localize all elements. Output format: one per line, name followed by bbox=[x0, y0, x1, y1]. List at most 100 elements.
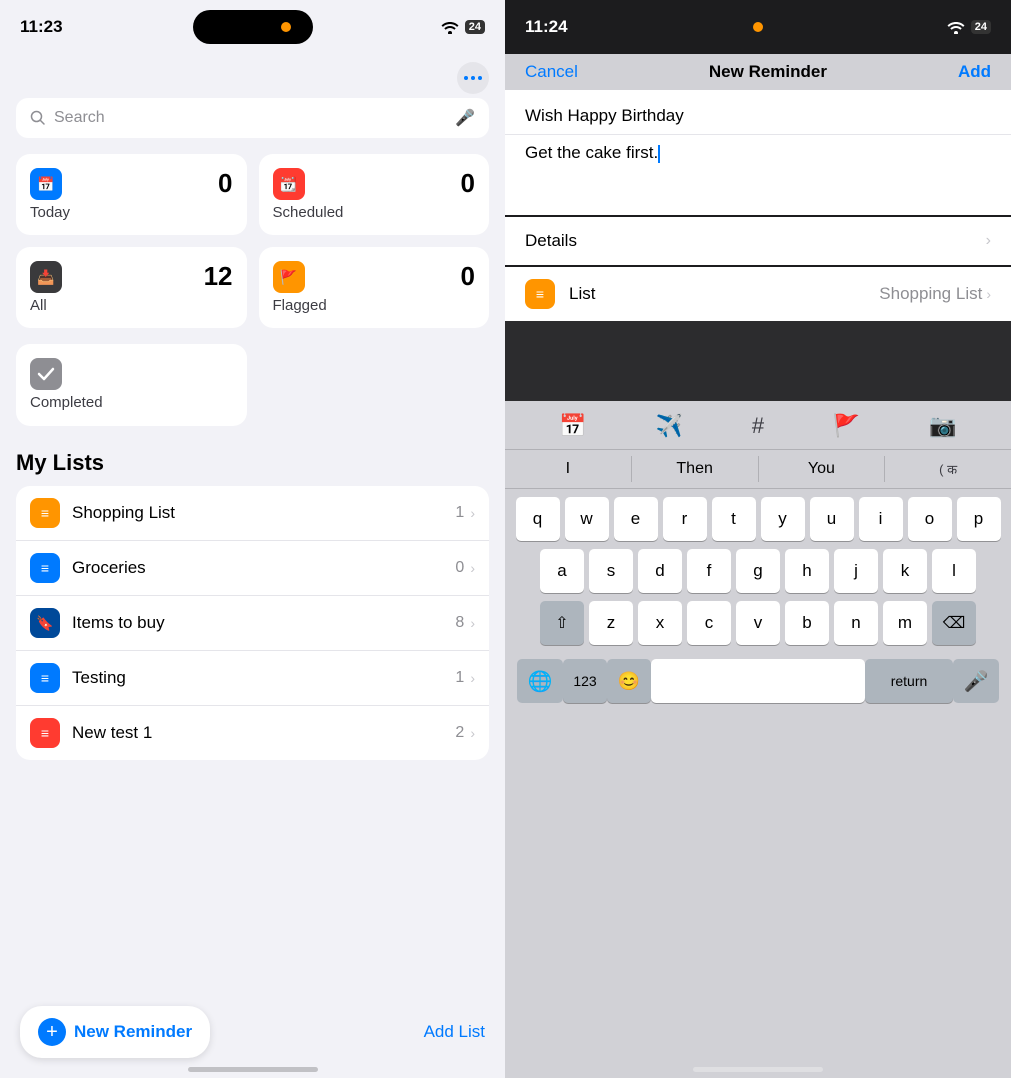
key-j[interactable]: j bbox=[834, 549, 878, 593]
key-f[interactable]: f bbox=[687, 549, 731, 593]
left-content: Search 🎤 📅 0 Today 📆 0 bbox=[0, 54, 505, 840]
key-o[interactable]: o bbox=[908, 497, 952, 541]
newtest1-count: 2 bbox=[455, 724, 464, 742]
key-h[interactable]: h bbox=[785, 549, 829, 593]
key-u[interactable]: u bbox=[810, 497, 854, 541]
key-s[interactable]: s bbox=[589, 549, 633, 593]
smart-card-scheduled[interactable]: 📆 0 Scheduled bbox=[259, 154, 490, 235]
smart-card-flagged[interactable]: 🚩 0 Flagged bbox=[259, 247, 490, 328]
key-e[interactable]: e bbox=[614, 497, 658, 541]
newtest1-icon: ≡ bbox=[30, 718, 60, 748]
key-v[interactable]: v bbox=[736, 601, 780, 645]
status-dot-right bbox=[753, 22, 763, 32]
checkmark-icon bbox=[37, 367, 55, 381]
smart-grid: 📅 0 Today 📆 0 Scheduled 📥 bbox=[16, 154, 489, 328]
list-item-groceries[interactable]: ≡ Groceries 0 › bbox=[16, 541, 489, 596]
all-count: 12 bbox=[204, 261, 233, 292]
kb-row-1: q w e r t y u i o p bbox=[509, 497, 1007, 541]
key-l[interactable]: l bbox=[932, 549, 976, 593]
kb-tool-camera[interactable]: 📷 bbox=[919, 409, 966, 443]
key-d[interactable]: d bbox=[638, 549, 682, 593]
today-count: 0 bbox=[218, 168, 232, 199]
kb-suggestion-special[interactable]: ( क bbox=[885, 456, 1011, 482]
list-item-newtest1[interactable]: ≡ New test 1 2 › bbox=[16, 706, 489, 760]
key-q[interactable]: q bbox=[516, 497, 560, 541]
list-row-value: Shopping List bbox=[879, 284, 982, 304]
key-c[interactable]: c bbox=[687, 601, 731, 645]
list-item-shopping[interactable]: ≡ Shopping List 1 › bbox=[16, 486, 489, 541]
key-m[interactable]: m bbox=[883, 601, 927, 645]
details-row[interactable]: Details › bbox=[505, 217, 1011, 265]
wifi-icon-right bbox=[947, 21, 965, 34]
delete-key[interactable]: ⌫ bbox=[932, 601, 976, 645]
search-placeholder: Search bbox=[54, 109, 447, 127]
kb-suggestion-i[interactable]: I bbox=[505, 456, 632, 482]
key-p[interactable]: p bbox=[957, 497, 1001, 541]
mic-icon-search: 🎤 bbox=[455, 108, 475, 128]
smart-card-all[interactable]: 📥 12 All bbox=[16, 247, 247, 328]
add-list-button[interactable]: Add List bbox=[424, 1022, 485, 1042]
key-g[interactable]: g bbox=[736, 549, 780, 593]
groceries-icon: ≡ bbox=[30, 553, 60, 583]
flagged-count: 0 bbox=[461, 261, 475, 292]
globe-key[interactable]: 🌐 bbox=[517, 659, 563, 703]
kb-suggestion-you[interactable]: You bbox=[759, 456, 886, 482]
cancel-button[interactable]: Cancel bbox=[525, 62, 578, 82]
kb-tool-flag[interactable]: 🚩 bbox=[823, 409, 870, 443]
battery-icon-left: 24 bbox=[465, 20, 485, 34]
top-menu bbox=[16, 54, 489, 98]
key-k[interactable]: k bbox=[883, 549, 927, 593]
add-button[interactable]: Add bbox=[958, 62, 991, 82]
list-assignment-row[interactable]: ≡ List Shopping List › bbox=[505, 267, 1011, 321]
numbers-key[interactable]: 123 bbox=[563, 659, 607, 703]
testing-count: 1 bbox=[455, 669, 464, 687]
key-t[interactable]: t bbox=[712, 497, 756, 541]
kb-row-4: 🌐 123 😊 return 🎤 bbox=[509, 653, 1007, 711]
key-r[interactable]: r bbox=[663, 497, 707, 541]
key-i[interactable]: i bbox=[859, 497, 903, 541]
kb-suggestions: I Then You ( क bbox=[505, 450, 1011, 489]
key-x[interactable]: x bbox=[638, 601, 682, 645]
key-w[interactable]: w bbox=[565, 497, 609, 541]
kb-tool-location[interactable]: ✈️ bbox=[646, 409, 693, 443]
space-key[interactable] bbox=[651, 659, 865, 703]
reminder-notes[interactable]: Get the cake first. bbox=[505, 135, 1011, 215]
smart-card-completed[interactable]: Completed bbox=[16, 344, 247, 426]
new-reminder-button[interactable]: + New Reminder bbox=[20, 1006, 210, 1058]
today-icon: 📅 bbox=[30, 168, 62, 200]
groceries-count: 0 bbox=[455, 559, 464, 577]
key-y[interactable]: y bbox=[761, 497, 805, 541]
key-a[interactable]: a bbox=[540, 549, 584, 593]
kb-suggestion-then[interactable]: Then bbox=[632, 456, 759, 482]
right-phone: 11:24 24 Cancel New Reminder Add Wish Ha… bbox=[505, 0, 1011, 1078]
testing-name: Testing bbox=[72, 668, 455, 688]
key-n[interactable]: n bbox=[834, 601, 878, 645]
shopping-list-count: 1 bbox=[455, 504, 464, 522]
kb-tool-tag[interactable]: # bbox=[742, 409, 774, 443]
dynamic-island-dot bbox=[281, 22, 291, 32]
scheduled-icon: 📆 bbox=[273, 168, 305, 200]
three-dot-button[interactable] bbox=[457, 62, 489, 94]
list-item-testing[interactable]: ≡ Testing 1 › bbox=[16, 651, 489, 706]
shopping-list-icon: ≡ bbox=[30, 498, 60, 528]
key-b[interactable]: b bbox=[785, 601, 829, 645]
text-cursor bbox=[658, 145, 660, 163]
search-bar[interactable]: Search 🎤 bbox=[16, 98, 489, 138]
return-key[interactable]: return bbox=[865, 659, 953, 703]
details-label: Details bbox=[525, 231, 577, 251]
mic-key[interactable]: 🎤 bbox=[953, 659, 999, 703]
today-label: Today bbox=[30, 204, 233, 221]
testing-chevron: › bbox=[470, 670, 475, 686]
left-phone: 11:23 24 bbox=[0, 0, 505, 1078]
kb-tool-calendar[interactable]: 📅 bbox=[549, 409, 596, 443]
list-item-itemstobuy[interactable]: 🔖 Items to buy 8 › bbox=[16, 596, 489, 651]
form-area: Wish Happy Birthday Get the cake first. bbox=[505, 90, 1011, 215]
itemstobuy-chevron: › bbox=[470, 615, 475, 631]
shift-key[interactable]: ⇧ bbox=[540, 601, 584, 645]
key-z[interactable]: z bbox=[589, 601, 633, 645]
reminder-title[interactable]: Wish Happy Birthday bbox=[505, 90, 1011, 135]
testing-icon: ≡ bbox=[30, 663, 60, 693]
dim-spacer bbox=[505, 321, 1011, 401]
emoji-key[interactable]: 😊 bbox=[607, 659, 651, 703]
smart-card-today[interactable]: 📅 0 Today bbox=[16, 154, 247, 235]
